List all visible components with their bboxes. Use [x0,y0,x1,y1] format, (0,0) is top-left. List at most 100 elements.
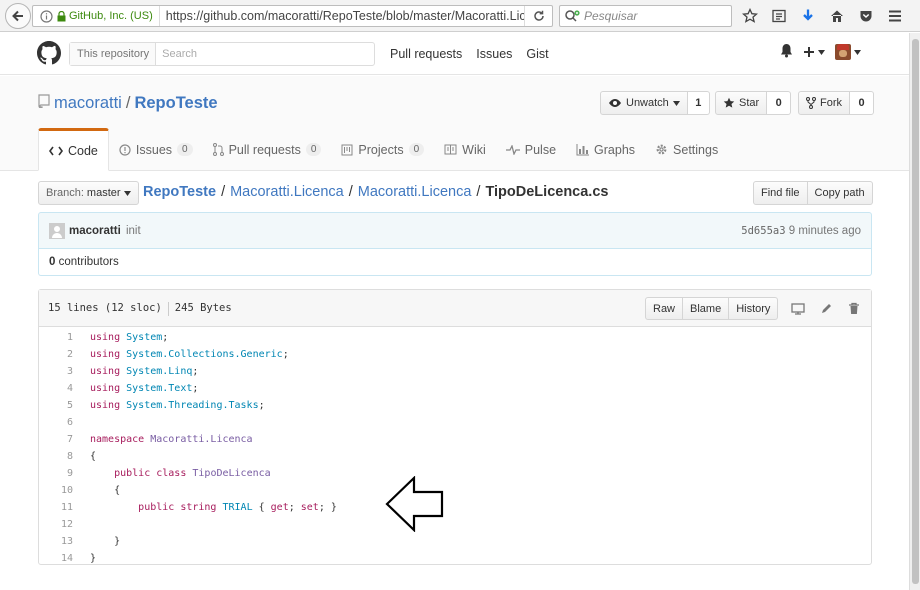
unwatch-button[interactable]: Unwatch [600,91,688,115]
reading-list-icon[interactable] [769,6,789,26]
line-number[interactable]: 5 [39,400,79,411]
nav-issues[interactable]: Issues [476,47,512,61]
fork-icon [806,97,816,109]
back-button[interactable] [5,3,31,29]
tab-pull-requests[interactable]: Pull requests 0 [203,128,332,171]
scrollbar-thumb[interactable] [912,39,919,584]
star-button[interactable]: Star [715,91,768,115]
line-number[interactable]: 12 [39,519,79,530]
browser-search-field[interactable]: Pesquisar [559,5,732,27]
code-line: 1 using System; [39,329,871,346]
home-icon[interactable] [827,6,847,26]
line-number[interactable]: 13 [39,536,79,547]
menu-icon[interactable] [885,6,905,26]
caret-down-icon [123,190,131,196]
pulse-icon [505,144,520,155]
code-line: 10 { [39,482,871,499]
watch-count[interactable]: 1 [687,91,710,115]
commit-author[interactable]: macoratti [69,225,121,237]
search-placeholder: Search [162,48,197,60]
line-number[interactable]: 7 [39,434,79,445]
line-number[interactable]: 1 [39,332,79,343]
line-number[interactable]: 4 [39,383,79,394]
url-bar[interactable]: GitHub, Inc. (US) https://github.com/mac… [32,5,553,27]
vertical-scrollbar[interactable] [909,33,920,590]
line-number[interactable]: 2 [39,349,79,360]
pocket-icon[interactable] [856,6,876,26]
line-number[interactable]: 6 [39,417,79,428]
breadcrumb-subfolder-link[interactable]: Macoratti.Licenca [358,184,472,200]
line-number[interactable]: 10 [39,485,79,496]
line-content: public string TRIAL { get; set; } [138,502,337,513]
line-number[interactable]: 9 [39,468,79,479]
create-new-plus-icon[interactable] [803,46,825,58]
tab-code[interactable]: Code [38,128,109,171]
projects-counter: 0 [408,143,425,156]
blame-button[interactable]: Blame [683,297,730,320]
breadcrumb-repo-link[interactable]: RepoTeste [143,184,216,200]
gear-icon [656,144,667,155]
line-number[interactable]: 14 [39,553,79,564]
git-pull-request-icon [212,143,224,156]
breadcrumb-folder-link[interactable]: Macoratti.Licenca [230,184,344,200]
commit-time: 9 minutes ago [788,225,861,237]
bookmark-star-icon[interactable] [740,6,760,26]
site-identity[interactable]: GitHub, Inc. (US) [67,6,160,26]
code-line: 6 [39,414,871,431]
url-text[interactable]: https://github.com/macoratti/RepoTeste/b… [160,9,524,23]
project-icon [341,144,353,155]
user-avatar-menu[interactable] [835,44,861,60]
arrow-left-annotation-icon [385,476,444,532]
tab-wiki[interactable]: Wiki [434,128,496,171]
search-engine-icon[interactable] [564,9,582,23]
github-header: This repository Search Pull requests Iss… [0,33,909,75]
nav-gist[interactable]: Gist [526,47,548,61]
repo-owner-link[interactable]: macoratti [54,94,122,113]
pencil-icon[interactable] [812,297,840,320]
lock-icon [55,10,67,22]
repo-tabs: Code Issues 0 Pull requests 0 Projects 0… [38,128,728,171]
repo-search-field[interactable]: This repository Search [69,42,375,66]
nav-pull-requests[interactable]: Pull requests [390,47,462,61]
issues-counter: 0 [177,143,193,156]
avatar[interactable] [49,223,65,239]
code-icon [49,146,63,155]
line-number[interactable]: 8 [39,451,79,462]
commit-sha[interactable]: 5d655a3 [741,225,785,237]
repo-name-link[interactable]: RepoTeste [134,94,217,113]
file-lines-info: 15 lines (12 sloc) [48,302,162,314]
contributors-summary[interactable]: 0 contributors [38,248,872,276]
branch-select-button[interactable]: Branch: master [38,181,139,205]
line-content: { [90,451,97,462]
desktop-icon[interactable] [784,297,812,320]
code-line: 3 using System.Linq; [39,363,871,380]
find-file-button[interactable]: Find file [753,181,808,205]
line-number[interactable]: 11 [39,502,79,513]
arrow-left-icon [12,10,23,22]
tab-issues[interactable]: Issues 0 [109,128,203,171]
star-count[interactable]: 0 [767,91,792,115]
raw-button[interactable]: Raw [645,297,684,320]
tab-pulse[interactable]: Pulse [496,128,566,171]
info-icon[interactable] [37,9,55,23]
fork-count[interactable]: 0 [850,91,874,115]
line-number[interactable]: 3 [39,366,79,377]
trash-icon[interactable] [840,297,868,320]
code-line: 14} [39,550,871,567]
browser-toolbar: GitHub, Inc. (US) https://github.com/mac… [0,0,920,32]
tab-settings[interactable]: Settings [645,128,728,171]
github-logo-icon[interactable] [37,41,61,65]
download-icon[interactable] [798,6,818,26]
caret-down-icon [854,49,861,55]
tab-projects[interactable]: Projects 0 [331,128,434,171]
pull-requests-counter: 0 [305,143,322,156]
history-button[interactable]: History [729,297,779,320]
commit-message[interactable]: init [126,225,141,237]
notifications-bell-icon[interactable] [780,43,793,61]
copy-path-button[interactable]: Copy path [807,181,873,205]
reload-icon[interactable] [524,6,552,26]
tab-graphs[interactable]: Graphs [566,128,645,171]
repo-icon [38,94,50,113]
branch-label: Branch: [46,187,84,199]
fork-button[interactable]: Fork [798,91,850,115]
